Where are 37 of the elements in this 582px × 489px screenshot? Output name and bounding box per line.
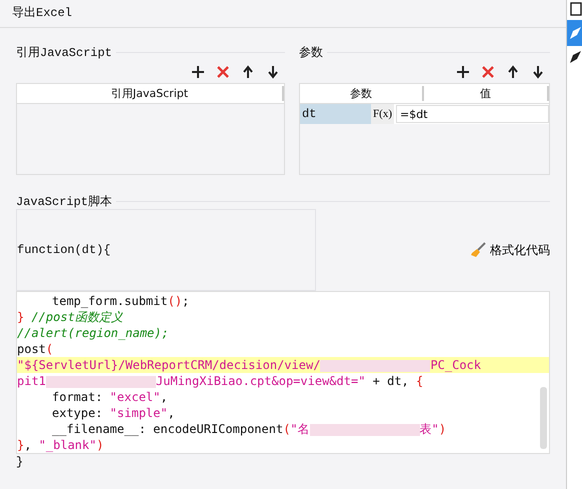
broom-icon [470, 242, 486, 258]
arrow-down-icon [266, 65, 280, 79]
add-button[interactable] [455, 64, 471, 80]
code-line: temp_form.submit(); [51, 293, 190, 309]
table-cell[interactable]: dt [300, 104, 372, 124]
add-button[interactable] [190, 64, 206, 80]
section-title: 引用JavaScript [16, 44, 112, 60]
column-header: 引用JavaScript [17, 86, 284, 101]
formula-button[interactable]: F(x) [371, 104, 394, 124]
add-icon [456, 65, 470, 79]
code-line: format: "excel", [51, 389, 169, 405]
format-code-button[interactable]: 格式化代码 [470, 242, 550, 258]
section-title: 参数 [298, 44, 323, 60]
code-line: } //post函数定义 [17, 309, 124, 325]
function-signature: function(dt){ [17, 243, 111, 257]
arrow-up-icon [240, 65, 255, 79]
delete-button[interactable] [214, 64, 231, 80]
delete-button[interactable] [480, 64, 496, 80]
code-line: extype: "simple", [51, 405, 176, 421]
code-line: pit1 JuMingXiBiao.cpt&op=view&dt=" + dt, { [17, 373, 424, 389]
arrow-up-icon [506, 65, 520, 79]
value-field[interactable]: =$dt [396, 105, 549, 123]
code-line: //alert(region_name); [17, 325, 170, 341]
delete-icon [481, 65, 495, 79]
code-line: __filename__: encodeURIComponent("名 表") [51, 421, 448, 437]
delete-icon [216, 65, 230, 79]
code-line: post( [17, 341, 54, 357]
closing-brace: } [16, 455, 24, 469]
arrow-down-icon [531, 65, 545, 79]
code-editor[interactable] [16, 291, 550, 454]
code-line: }, "_blank") [17, 437, 105, 453]
column-header: 值 [424, 86, 549, 101]
add-icon [190, 65, 205, 79]
window-title: 导出Excel [0, 0, 566, 28]
column-header: 参数 [300, 86, 424, 101]
scrollbar[interactable] [540, 387, 547, 449]
section-title: JavaScript脚本 [16, 194, 112, 210]
